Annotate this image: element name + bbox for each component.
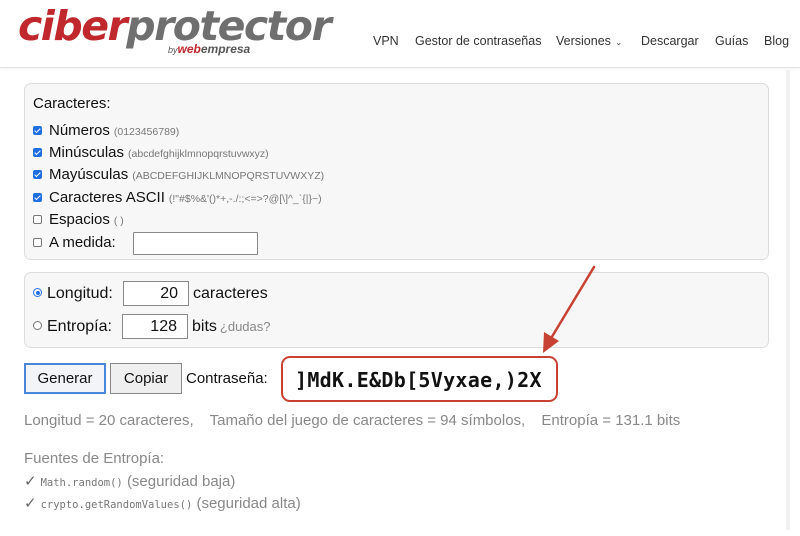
site-header: ciberprotector bywebempresa VPN Gestor d… <box>0 0 800 68</box>
main-nav: VPN Gestor de contraseñas Versiones ⌄ Des… <box>0 34 800 50</box>
dudas-link[interactable]: ¿dudas? <box>220 319 271 334</box>
nav-item-versiones[interactable]: Versiones ⌄ <box>556 34 622 48</box>
radio-longitud[interactable] <box>33 288 42 298</box>
source-crypto: ✓ crypto.getRandomValues() (seguridad alt… <box>24 495 301 512</box>
nav-item-vpn[interactable]: VPN <box>373 34 399 48</box>
radio-entropia[interactable] <box>33 321 42 331</box>
checkbox-ascii[interactable] <box>33 192 42 202</box>
nav-item-descargar[interactable]: Descargar <box>641 34 699 48</box>
stat-entropy: Entropía = 131.1 bits <box>541 412 681 429</box>
option-minusculas[interactable]: Minúsculas (abcdefghijklmnopqrstuvwxyz) <box>33 143 269 163</box>
stat-length: Longitud = 20 caracteres, <box>24 412 194 429</box>
nav-item-guias[interactable]: Guías <box>715 34 748 48</box>
entropy-sources-title: Fuentes de Entropía: <box>24 450 165 467</box>
chevron-down-icon: ⌄ <box>614 37 623 47</box>
characters-title: Caracteres: <box>33 95 111 112</box>
option-espacios[interactable]: Espacios( ) <box>33 210 124 230</box>
copy-button[interactable]: Copiar <box>110 363 182 394</box>
length-unit: caracteres <box>193 285 268 302</box>
length-input[interactable]: 20 <box>123 281 189 306</box>
password-stats: Longitud = 20 caracteres, Tamaño del jue… <box>24 412 692 429</box>
scrollbar[interactable] <box>786 70 790 530</box>
entropy-unit: bits ¿dudas? <box>192 318 271 335</box>
option-a-medida[interactable]: A medida: <box>33 233 116 253</box>
generate-button[interactable]: Generar <box>24 363 106 394</box>
option-numeros[interactable]: Números (0123456789) <box>33 121 179 141</box>
password-output[interactable]: ]MdK.E&Db[5Vyxae,)2X <box>281 356 558 402</box>
ciberprotector-logo[interactable]: ciberprotector bywebempresa <box>18 2 332 62</box>
nav-item-blog[interactable]: Blog <box>764 34 789 48</box>
entropy-input[interactable]: 128 <box>122 314 188 339</box>
custom-chars-input[interactable] <box>133 232 258 255</box>
red-arrow-annotation <box>543 265 596 353</box>
option-entropia[interactable]: Entropía: <box>33 317 112 337</box>
option-longitud[interactable]: Longitud: <box>33 284 113 304</box>
option-mayusculas[interactable]: Mayúsculas (ABCDEFGHIJKLMNOPQRSTUVWXYZ) <box>33 165 324 185</box>
stat-charset: Tamaño del juego de caracteres = 94 símb… <box>209 412 526 429</box>
checkbox-a-medida[interactable] <box>33 237 42 247</box>
password-text[interactable]: ]MdK.E&Db[5Vyxae,)2X <box>295 368 542 392</box>
checkbox-mayusculas[interactable] <box>33 169 42 179</box>
checkbox-minusculas[interactable] <box>33 147 42 157</box>
option-ascii[interactable]: Caracteres ASCII (!"#$%&'()*+,-./:;<=>?@[… <box>33 188 322 208</box>
check-icon: ✓ <box>24 495 37 512</box>
check-icon: ✓ <box>24 473 37 490</box>
checkbox-numeros[interactable] <box>33 125 42 135</box>
source-math-random: ✓ Math.random() (seguridad baja) <box>24 473 236 490</box>
nav-item-gestor[interactable]: Gestor de contraseñas <box>415 34 541 48</box>
checkbox-espacios[interactable] <box>33 214 42 224</box>
password-label: Contraseña: <box>186 370 268 387</box>
